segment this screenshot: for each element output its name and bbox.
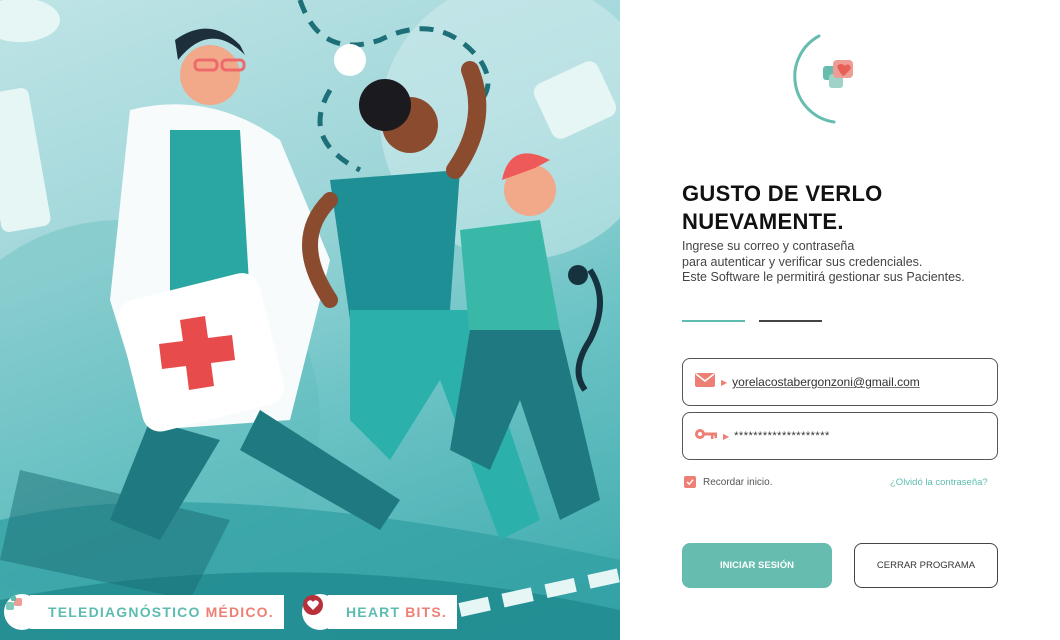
login-subtitle: Ingrese su correo y contraseña para aute… — [682, 239, 1022, 286]
remember-me[interactable]: Recordar inicio. — [684, 476, 772, 488]
key-icon — [695, 427, 717, 445]
field-arrow-icon: ▶ — [721, 377, 728, 387]
teledx-brand-badge: TELEDIAGNÓSTICO MÉDICO. — [4, 594, 284, 630]
medical-team-illustration — [0, 0, 620, 640]
remember-label: Recordar inicio. — [703, 476, 773, 488]
login-panel: GUSTO DE VERLO NUEVAMENTE. Ingrese su co… — [620, 0, 1060, 640]
heartbits-brand-label: HEART BITS. — [328, 595, 458, 629]
medical-logo-icon — [785, 30, 865, 126]
password-input[interactable] — [734, 430, 975, 442]
close-program-button[interactable]: CERRAR PROGRAMA — [854, 543, 998, 588]
teledx-brand-name: TELEDIAGNÓSTICO — [48, 604, 201, 620]
subtitle-line-3: Este Software le permitirá gestionar sus… — [682, 270, 965, 284]
heartbits-brand-name: HEART — [346, 604, 401, 620]
teledx-brand-accent: MÉDICO. — [205, 604, 274, 620]
remember-checkbox[interactable] — [684, 476, 696, 488]
login-button[interactable]: INICIAR SESIÓN — [682, 543, 832, 588]
headline-line-1: GUSTO DE VERLO — [682, 181, 883, 206]
field-arrow-icon: ▶ — [723, 431, 730, 441]
heart-icon — [302, 594, 338, 630]
check-icon — [686, 479, 694, 486]
heartbits-brand-accent: BITS. — [405, 604, 448, 620]
heartbits-brand-badge: HEART BITS. — [302, 594, 458, 630]
subtitle-line-1: Ingrese su correo y contraseña — [682, 239, 855, 253]
welcome-headline: GUSTO DE VERLO NUEVAMENTE. — [682, 180, 1022, 236]
divider-teal — [682, 320, 745, 322]
divider-dark — [759, 320, 822, 322]
medical-cross-icon — [4, 594, 40, 630]
hero-illustration: TELEDIAGNÓSTICO MÉDICO. HEART BITS. — [0, 0, 620, 640]
password-field[interactable]: ▶ — [682, 412, 998, 460]
email-field[interactable]: ▶ — [682, 358, 998, 406]
mail-icon — [695, 372, 715, 392]
teledx-brand-label: TELEDIAGNÓSTICO MÉDICO. — [30, 595, 284, 629]
forgot-password-link[interactable]: ¿Olvidó la contraseña? — [890, 477, 988, 488]
email-input[interactable] — [732, 375, 973, 389]
headline-line-2: NUEVAMENTE. — [682, 209, 844, 234]
subtitle-line-2: para autenticar y verificar sus credenci… — [682, 254, 923, 269]
